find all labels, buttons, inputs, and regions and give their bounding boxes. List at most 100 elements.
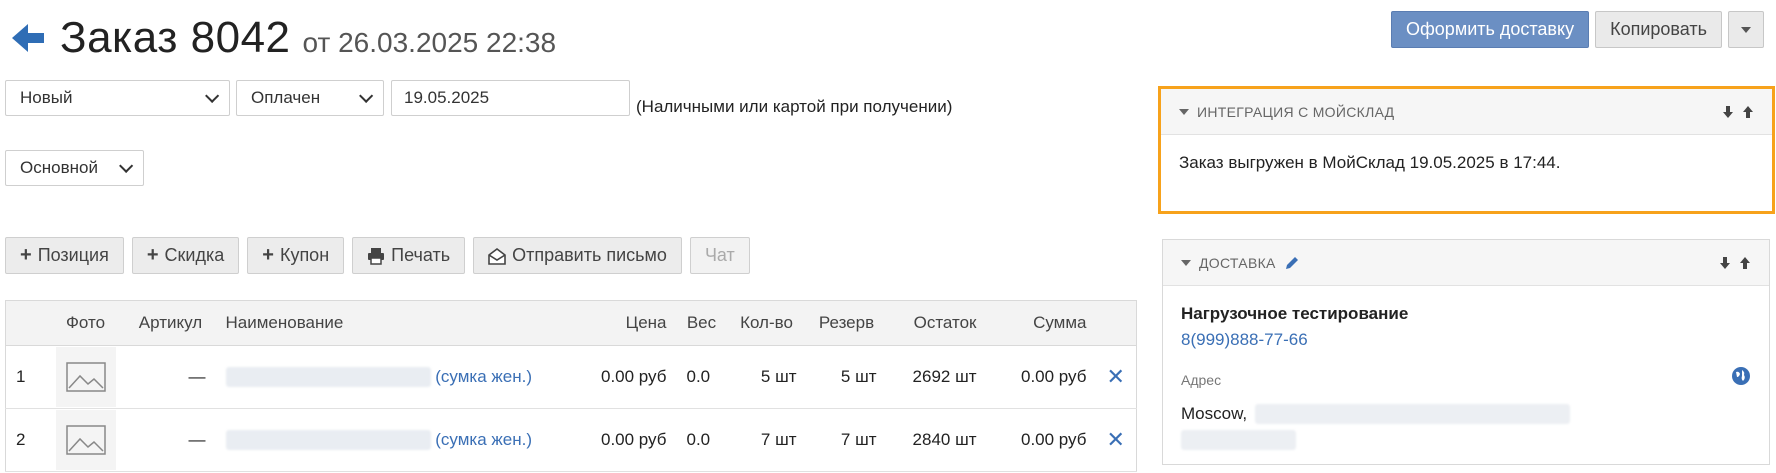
print-button[interactable]: Печать — [352, 237, 466, 274]
payment-method-note: (Наличными или картой при получении) — [636, 97, 953, 116]
delivery-panel: ДОСТАВКА Нагрузочное тестирование 8(999)… — [1162, 239, 1770, 465]
row-sku: — — [125, 345, 216, 409]
image-placeholder-icon[interactable] — [55, 347, 116, 407]
add-coupon-label: Купон — [279, 245, 330, 265]
chevron-down-icon — [359, 88, 374, 103]
row-price: 0.00 руб — [584, 408, 677, 472]
row-stock: 2692 шт — [886, 345, 987, 409]
plus-icon: + — [20, 244, 32, 266]
plus-icon: + — [146, 244, 159, 266]
printer-icon — [368, 247, 385, 265]
row-stock: 2840 шт — [886, 408, 987, 472]
row-price: 0.00 руб — [584, 345, 677, 409]
send-email-label: Отправить письмо — [512, 245, 667, 265]
add-position-button[interactable]: + Позиция — [5, 237, 124, 274]
address-label: Адрес — [1181, 372, 1222, 388]
image-placeholder-icon[interactable] — [55, 410, 116, 470]
chat-button[interactable]: Чат — [689, 237, 750, 274]
warehouse-select[interactable]: Основной — [5, 150, 144, 186]
collapse-caret-icon — [1181, 259, 1191, 266]
address-line-2 — [1181, 430, 1751, 455]
col-index — [5, 300, 46, 346]
chevron-down-icon — [205, 88, 220, 103]
col-sum: Сумма — [986, 300, 1097, 346]
row-weight: 0.0 — [676, 408, 727, 472]
row-sum: 0.00 руб — [986, 408, 1097, 472]
page-header: Заказ 8042 от 26.03.2025 22:38 — [8, 8, 556, 68]
row-sku: — — [125, 408, 216, 472]
col-name: Наименование — [215, 300, 585, 346]
move-down-icon[interactable] — [1719, 256, 1731, 270]
top-actions: Оформить доставку Копировать — [1390, 11, 1764, 48]
create-delivery-button[interactable]: Оформить доставку — [1390, 11, 1590, 48]
row-remove: ✕ — [1096, 408, 1137, 472]
copy-button[interactable]: Копировать — [1595, 11, 1722, 48]
order-date-field[interactable]: 19.05.2025 — [391, 80, 630, 116]
more-actions-button[interactable] — [1728, 11, 1764, 48]
col-reserve: Резерв — [806, 300, 887, 346]
row-photo — [45, 345, 126, 409]
table-header-row: Фото Артикул Наименование Цена Вес Кол-в… — [5, 300, 1137, 346]
remove-icon[interactable]: ✕ — [1107, 364, 1125, 389]
move-up-icon[interactable] — [1742, 105, 1754, 119]
row-reserve: 5 шт — [806, 345, 887, 409]
add-discount-button[interactable]: + Скидка — [131, 237, 240, 274]
col-sku: Артикул — [125, 300, 216, 346]
col-photo: Фото — [45, 300, 126, 346]
delivery-panel-title: ДОСТАВКА — [1199, 254, 1276, 271]
row-qty[interactable]: 5 шт — [726, 345, 807, 409]
collapse-caret-icon — [1179, 108, 1189, 115]
order-date-value: 19.05.2025 — [404, 88, 490, 107]
move-up-icon[interactable] — [1739, 256, 1751, 270]
add-discount-label: Скидка — [164, 245, 225, 265]
row-name[interactable]: (сумка жен.) — [215, 408, 585, 472]
product-link[interactable]: (сумка жен.) — [435, 430, 532, 449]
row-weight: 0.0 — [676, 345, 727, 409]
warehouse-select-value: Основной — [20, 158, 98, 177]
redacted-address — [1181, 430, 1296, 450]
order-date: от 26.03.2025 22:38 — [302, 27, 557, 58]
payment-status-value: Оплачен — [251, 88, 321, 107]
address-label-row: Адрес — [1181, 350, 1751, 388]
remove-icon[interactable]: ✕ — [1107, 427, 1125, 452]
envelope-open-icon — [488, 247, 506, 265]
pencil-icon[interactable] — [1284, 255, 1300, 271]
row-reserve: 7 шт — [806, 408, 887, 472]
integration-panel-header[interactable]: ИНТЕГРАЦИЯ С МОЙСКЛАД — [1161, 89, 1772, 135]
items-toolbar: + Позиция + Скидка + Купон Печать Отправ… — [5, 237, 750, 274]
product-link[interactable]: (сумка жен.) — [435, 367, 532, 386]
contact-name: Нагрузочное тестирование — [1181, 304, 1409, 323]
print-label: Печать — [391, 245, 451, 265]
row-qty[interactable]: 7 шт — [726, 408, 807, 472]
globe-icon[interactable] — [1731, 366, 1751, 386]
address-city: Moscow, — [1181, 404, 1248, 423]
back-arrow-icon[interactable] — [8, 18, 48, 58]
row-index: 2 — [5, 408, 46, 472]
integration-status-text: Заказ выгружен в МойСклад 19.05.2025 в 1… — [1179, 153, 1561, 172]
panel-move-controls — [1719, 256, 1751, 270]
row-remove: ✕ — [1096, 345, 1137, 409]
send-email-button[interactable]: Отправить письмо — [473, 237, 682, 274]
chevron-down-icon — [119, 158, 134, 173]
row-photo — [45, 408, 126, 472]
delivery-panel-header[interactable]: ДОСТАВКА — [1163, 240, 1769, 286]
status-select[interactable]: Новый — [5, 80, 230, 116]
row-sum: 0.00 руб — [986, 345, 1097, 409]
row-name[interactable]: (сумка жен.) — [215, 345, 585, 409]
plus-icon: + — [262, 244, 274, 266]
payment-status-select[interactable]: Оплачен — [236, 80, 384, 116]
contact-phone-link[interactable]: 8(999)888-77-66 — [1181, 330, 1751, 350]
row-index: 1 — [5, 345, 46, 409]
col-price: Цена — [584, 300, 677, 346]
add-coupon-button[interactable]: + Купон — [247, 237, 345, 274]
delivery-panel-body: Нагрузочное тестирование 8(999)888-77-66… — [1163, 286, 1769, 473]
move-down-icon[interactable] — [1722, 105, 1734, 119]
col-stock: Остаток — [886, 300, 987, 346]
address-line: Moscow, — [1181, 404, 1751, 424]
order-items-table: Фото Артикул Наименование Цена Вес Кол-в… — [5, 300, 1137, 472]
status-select-value: Новый — [20, 88, 73, 107]
table-row: 2 — (сумка жен.) 0.00 руб 0.0 7 шт 7 шт … — [5, 408, 1137, 472]
add-position-label: Позиция — [37, 245, 109, 265]
col-weight: Вес — [676, 300, 727, 346]
integration-panel-title: ИНТЕГРАЦИЯ С МОЙСКЛАД — [1197, 103, 1395, 120]
